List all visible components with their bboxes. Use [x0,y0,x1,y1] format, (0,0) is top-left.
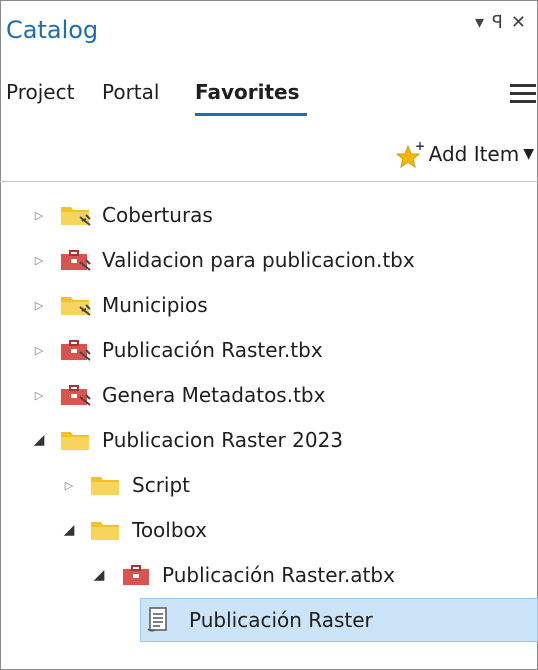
tree-item-label: Toolbox [132,518,207,542]
tree-item-label: Publicación Raster [189,608,373,632]
expand-arrow-icon[interactable]: ▷ [30,296,48,314]
expand-arrow-icon[interactable]: ▷ [30,386,48,404]
pane-title: Catalog [6,16,99,44]
folder-connection-icon [60,293,92,317]
chevron-down-icon: ▼ [523,146,534,162]
tree-item[interactable]: ▷ Publicación Raster.tbx [30,329,323,371]
tree-item[interactable]: ◢ Publicacion Raster 2023 [30,419,343,461]
tree-item[interactable]: ▷ Script [60,464,190,506]
tree-item-label: Publicacion Raster 2023 [102,428,344,452]
tree-item[interactable]: ▷ Genera Metadatos.tbx [30,374,326,416]
tree-item-label: Coberturas [102,203,213,227]
add-item-button[interactable]: + Add Item ▼ [395,140,534,168]
svg-text:+: + [415,140,425,153]
active-tab-indicator [195,113,307,116]
tree-item[interactable]: ◢ Publicación Raster.atbx [90,554,395,596]
expand-arrow-icon[interactable]: ▷ [30,251,48,269]
collapse-arrow-icon[interactable]: ◢ [30,431,48,449]
toolbox-connection-icon [60,248,92,272]
script-tool-icon [147,607,179,632]
expand-arrow-icon[interactable]: ▷ [60,476,78,494]
toolbox-icon [120,563,152,587]
star-add-icon: + [395,140,425,168]
divider [0,181,538,182]
collapse-arrow-icon[interactable]: ◢ [60,521,78,539]
toolbox-connection-icon [60,383,92,407]
folder-icon [60,428,92,452]
tab-project[interactable]: Project [6,80,74,104]
pin-icon[interactable]: ꟼ [492,12,511,32]
add-item-label: Add Item [428,142,520,166]
tree-item[interactable]: ▷ Coberturas [30,194,213,236]
menu-icon[interactable] [510,84,538,106]
tree-item-label: Municipios [102,293,208,317]
close-icon[interactable]: ✕ [511,12,534,32]
pane-menu-icon[interactable]: ▾ [475,12,492,32]
tree-item[interactable]: ◢ Toolbox [60,509,207,551]
tab-portal[interactable]: Portal [102,80,159,104]
expand-arrow-icon[interactable]: ▷ [30,341,48,359]
tree-item-label: Genera Metadatos.tbx [102,383,326,407]
tree-item[interactable]: ▷ Municipios [30,284,208,326]
folder-icon [90,473,122,497]
tree-item[interactable]: ▷ Validacion para publicacion.tbx [30,239,415,281]
folder-icon [90,518,122,542]
tree-item-label: Publicación Raster.atbx [162,563,395,587]
collapse-arrow-icon[interactable]: ◢ [90,566,108,584]
pane-controls[interactable]: ▾ꟼ✕ [475,12,534,33]
folder-connection-icon [60,203,92,227]
expand-arrow-icon[interactable]: ▷ [30,206,48,224]
tree-item-selected[interactable]: Publicación Raster [140,598,538,642]
toolbox-connection-icon [60,338,92,362]
tab-favorites[interactable]: Favorites [195,80,300,104]
tree-item-label: Publicación Raster.tbx [102,338,323,362]
tree-item-label: Validacion para publicacion.tbx [102,248,415,272]
tree-item-label: Script [132,473,191,497]
